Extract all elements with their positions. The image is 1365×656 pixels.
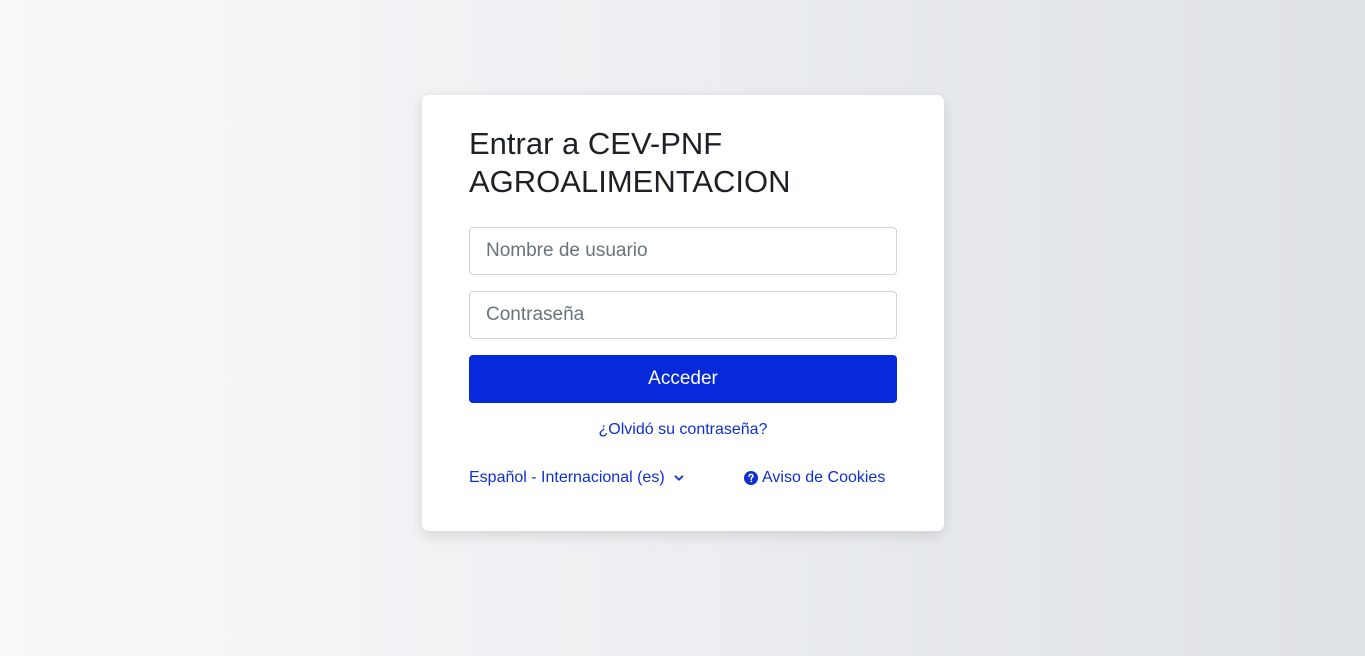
login-title: Entrar a CEV-PNF AGROALIMENTACION bbox=[469, 126, 791, 199]
password-input[interactable] bbox=[469, 291, 897, 339]
login-card: Entrar a CEV-PNF AGROALIMENTACION Accede… bbox=[422, 95, 944, 531]
cookies-notice-link[interactable]: Aviso de Cookies bbox=[744, 468, 885, 488]
chevron-down-icon bbox=[674, 475, 684, 481]
login-button[interactable]: Acceder bbox=[469, 355, 897, 403]
language-selector[interactable]: Español - Internacional (es) bbox=[469, 468, 685, 488]
forgot-password-link[interactable]: ¿Olvidó su contraseña? bbox=[469, 420, 897, 440]
cookies-notice-label: Aviso de Cookies bbox=[762, 469, 886, 486]
language-label: Español - Internacional (es) bbox=[469, 469, 665, 486]
question-circle-icon bbox=[744, 471, 758, 485]
username-input[interactable] bbox=[469, 227, 897, 275]
